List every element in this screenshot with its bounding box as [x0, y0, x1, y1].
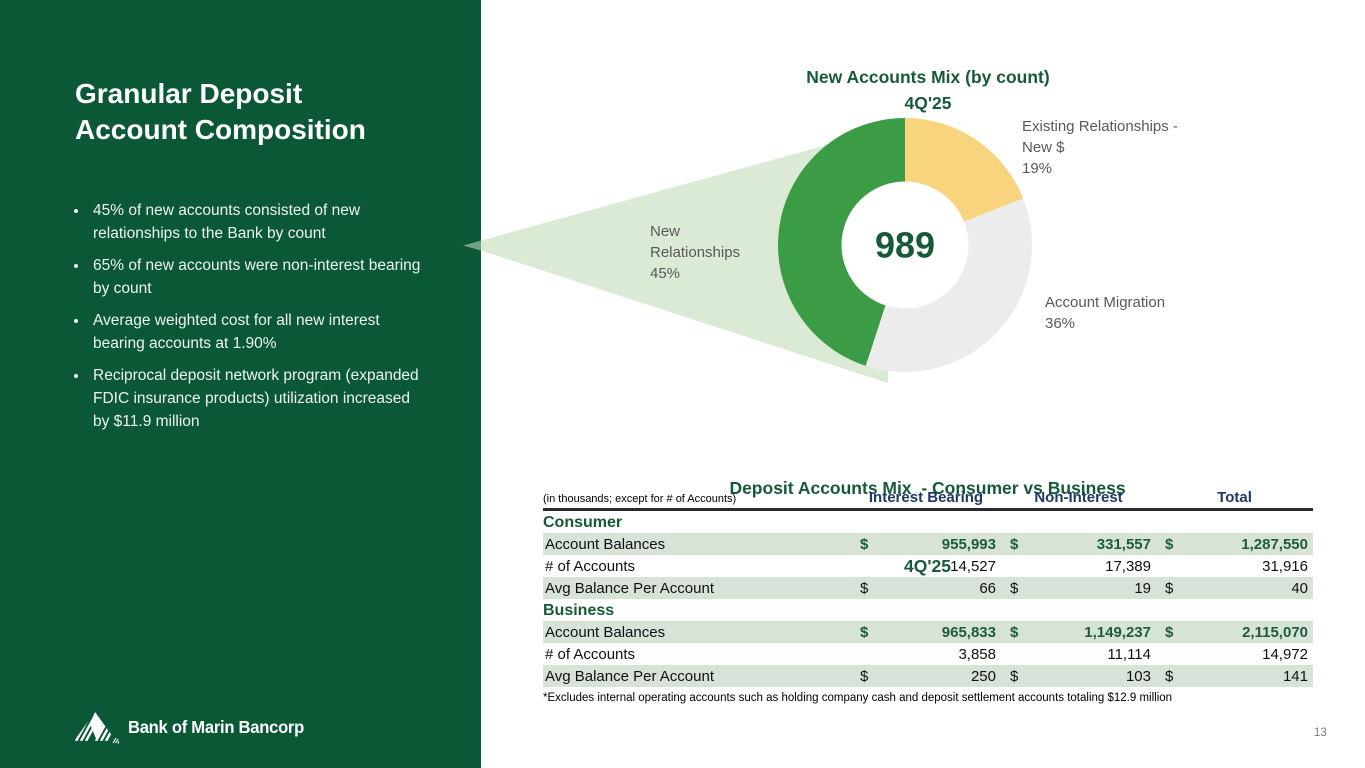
slice-label-account-migration: Account Migration 36% [1045, 294, 1166, 332]
slide: Granular Deposit Account Composition 45%… [0, 0, 1365, 768]
slice-label-new-relationships: New Relationships 45% [650, 223, 741, 282]
donut-hole: 989 [841, 181, 969, 309]
donut-title-line2: 4Q'25 [904, 93, 952, 113]
donut-title-line1: New Accounts Mix (by count) [806, 67, 1050, 87]
donut-chart: 989 [778, 118, 1032, 372]
slice-label-existing-relationships: Existing Relationships - New $ 19% [1022, 118, 1178, 177]
donut-chart-title: New Accounts Mix (by count) 4Q'25 [700, 64, 1156, 116]
donut-center-value: 989 [874, 224, 936, 265]
